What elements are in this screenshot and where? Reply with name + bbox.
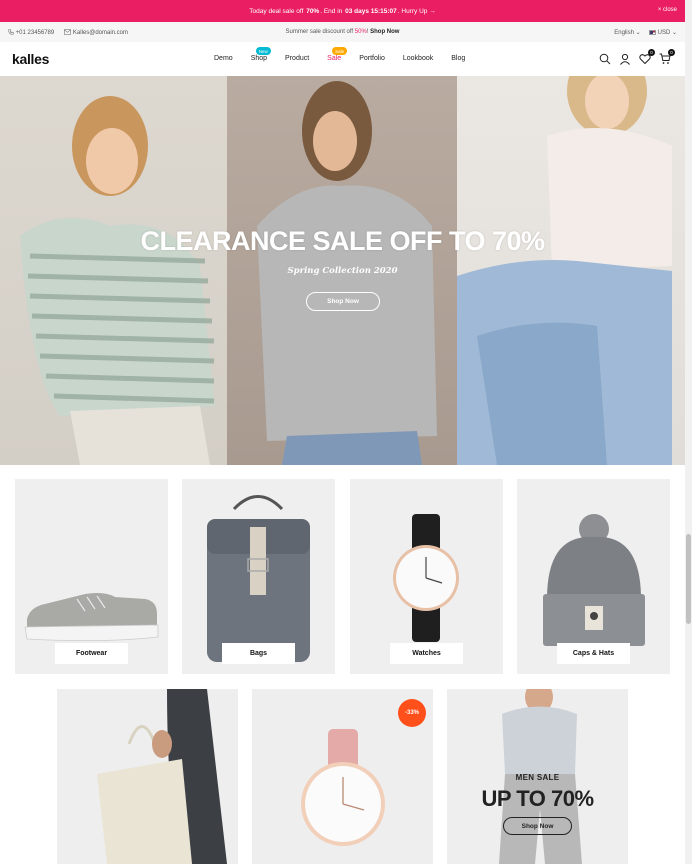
main-header: kalles Demo New Shop Product Sale Sale Por… xyxy=(0,42,685,76)
close-label: close xyxy=(662,7,677,13)
men-sale-title: UP TO 70% xyxy=(481,786,594,811)
new-badge: New xyxy=(255,47,271,55)
announcement-suffix: . Hurry Up xyxy=(397,7,428,15)
category-label[interactable]: Watches xyxy=(390,643,463,664)
category-label[interactable]: Caps & Hats xyxy=(557,643,630,664)
currency-label: USD xyxy=(657,30,671,36)
men-shop-now-button[interactable]: Shop Now xyxy=(503,817,572,835)
cart-count: 0 xyxy=(668,49,675,56)
category-card-watches[interactable]: Watches xyxy=(350,479,503,674)
close-announcement-button[interactable]: × close xyxy=(658,7,677,13)
nav-label: Sale xyxy=(327,55,342,62)
men-sale-subtitle: MEN SALE xyxy=(515,773,560,782)
announcement-countdown: 03 days 15:15:07 xyxy=(345,7,397,15)
nav-demo[interactable]: Demo xyxy=(214,55,233,62)
nav-blog[interactable]: Blog xyxy=(451,55,465,62)
nav-label: Demo xyxy=(214,55,233,62)
nav-label: Product xyxy=(285,55,310,62)
top-bar: +01 23456789 Kalles@domain.com Summer sa… xyxy=(0,22,685,42)
main-nav: Demo New Shop Product Sale Sale Portfolio … xyxy=(214,47,483,62)
page-scrollbar[interactable] xyxy=(685,0,692,864)
promo-text: Summer sale discount off xyxy=(285,29,354,35)
tote-model-image xyxy=(97,689,227,864)
wishlist-count: 0 xyxy=(648,49,655,56)
nav-portfolio[interactable]: Portfolio xyxy=(359,55,385,62)
wishlist-icon[interactable]: 0 xyxy=(639,49,655,65)
search-icon[interactable] xyxy=(599,52,611,65)
site-logo[interactable]: kalles xyxy=(12,51,49,67)
category-card-footwear[interactable]: Footwear xyxy=(15,479,168,674)
promo-shop-now-link[interactable]: Shop Now xyxy=(370,29,399,35)
summer-promo: Summer sale discount off 50%! Shop Now xyxy=(285,29,400,35)
language-select[interactable]: English ⌄ xyxy=(614,29,640,36)
category-label[interactable]: Bags xyxy=(222,643,295,664)
nav-lookbook[interactable]: Lookbook xyxy=(403,55,433,62)
language-label: English xyxy=(614,30,634,36)
category-card-caps-hats[interactable]: Caps & Hats xyxy=(517,479,670,674)
announcement-discount: 70% xyxy=(306,7,320,15)
category-label[interactable]: Footwear xyxy=(55,643,128,664)
cart-icon[interactable]: 0 xyxy=(659,49,675,64)
nav-label: Blog xyxy=(451,55,466,62)
hero-subtitle: Spring Collection 2020 xyxy=(287,266,398,276)
hero-shop-now-button[interactable]: Shop Now xyxy=(306,292,380,311)
nav-shop[interactable]: New Shop xyxy=(250,47,271,62)
nav-product[interactable]: Product xyxy=(285,55,309,62)
nav-label: Lookbook xyxy=(402,55,434,62)
category-card-bags[interactable]: Bags xyxy=(182,479,335,674)
currency-select[interactable]: USD ⌄ xyxy=(648,29,677,36)
promo-card-tote[interactable] xyxy=(57,689,238,864)
account-icon[interactable] xyxy=(619,52,631,65)
promo-card-men-sale[interactable]: MEN SALE UP TO 70% Shop Now xyxy=(447,689,628,864)
scrollbar-thumb[interactable] xyxy=(686,534,691,624)
us-flag-icon xyxy=(648,29,656,35)
nav-label: Shop xyxy=(250,55,268,62)
promo-discount: 50% xyxy=(354,29,367,35)
announcement-mid: . End in xyxy=(320,7,343,15)
promo-card-watch[interactable]: -33% xyxy=(252,689,433,864)
announcement-prefix: Today deal sale off xyxy=(249,7,304,15)
nav-label: Portfolio xyxy=(359,55,385,62)
hero-banner[interactable]: CLEARANCE SALE OFF TO 70% Spring Collect… xyxy=(0,76,685,465)
announcement-bar: Today deal sale off 70% . End in 03 days… xyxy=(0,0,685,22)
arrow-right-icon[interactable]: → xyxy=(429,8,436,15)
chevron-down-icon: ⌄ xyxy=(635,30,641,36)
hero-title: CLEARANCE SALE OFF TO 70% xyxy=(140,226,545,256)
chevron-down-icon: ⌄ xyxy=(671,30,677,36)
sale-badge: Sale xyxy=(332,47,348,55)
discount-badge: -33% xyxy=(398,699,426,727)
nav-sale[interactable]: Sale Sale xyxy=(327,47,348,62)
